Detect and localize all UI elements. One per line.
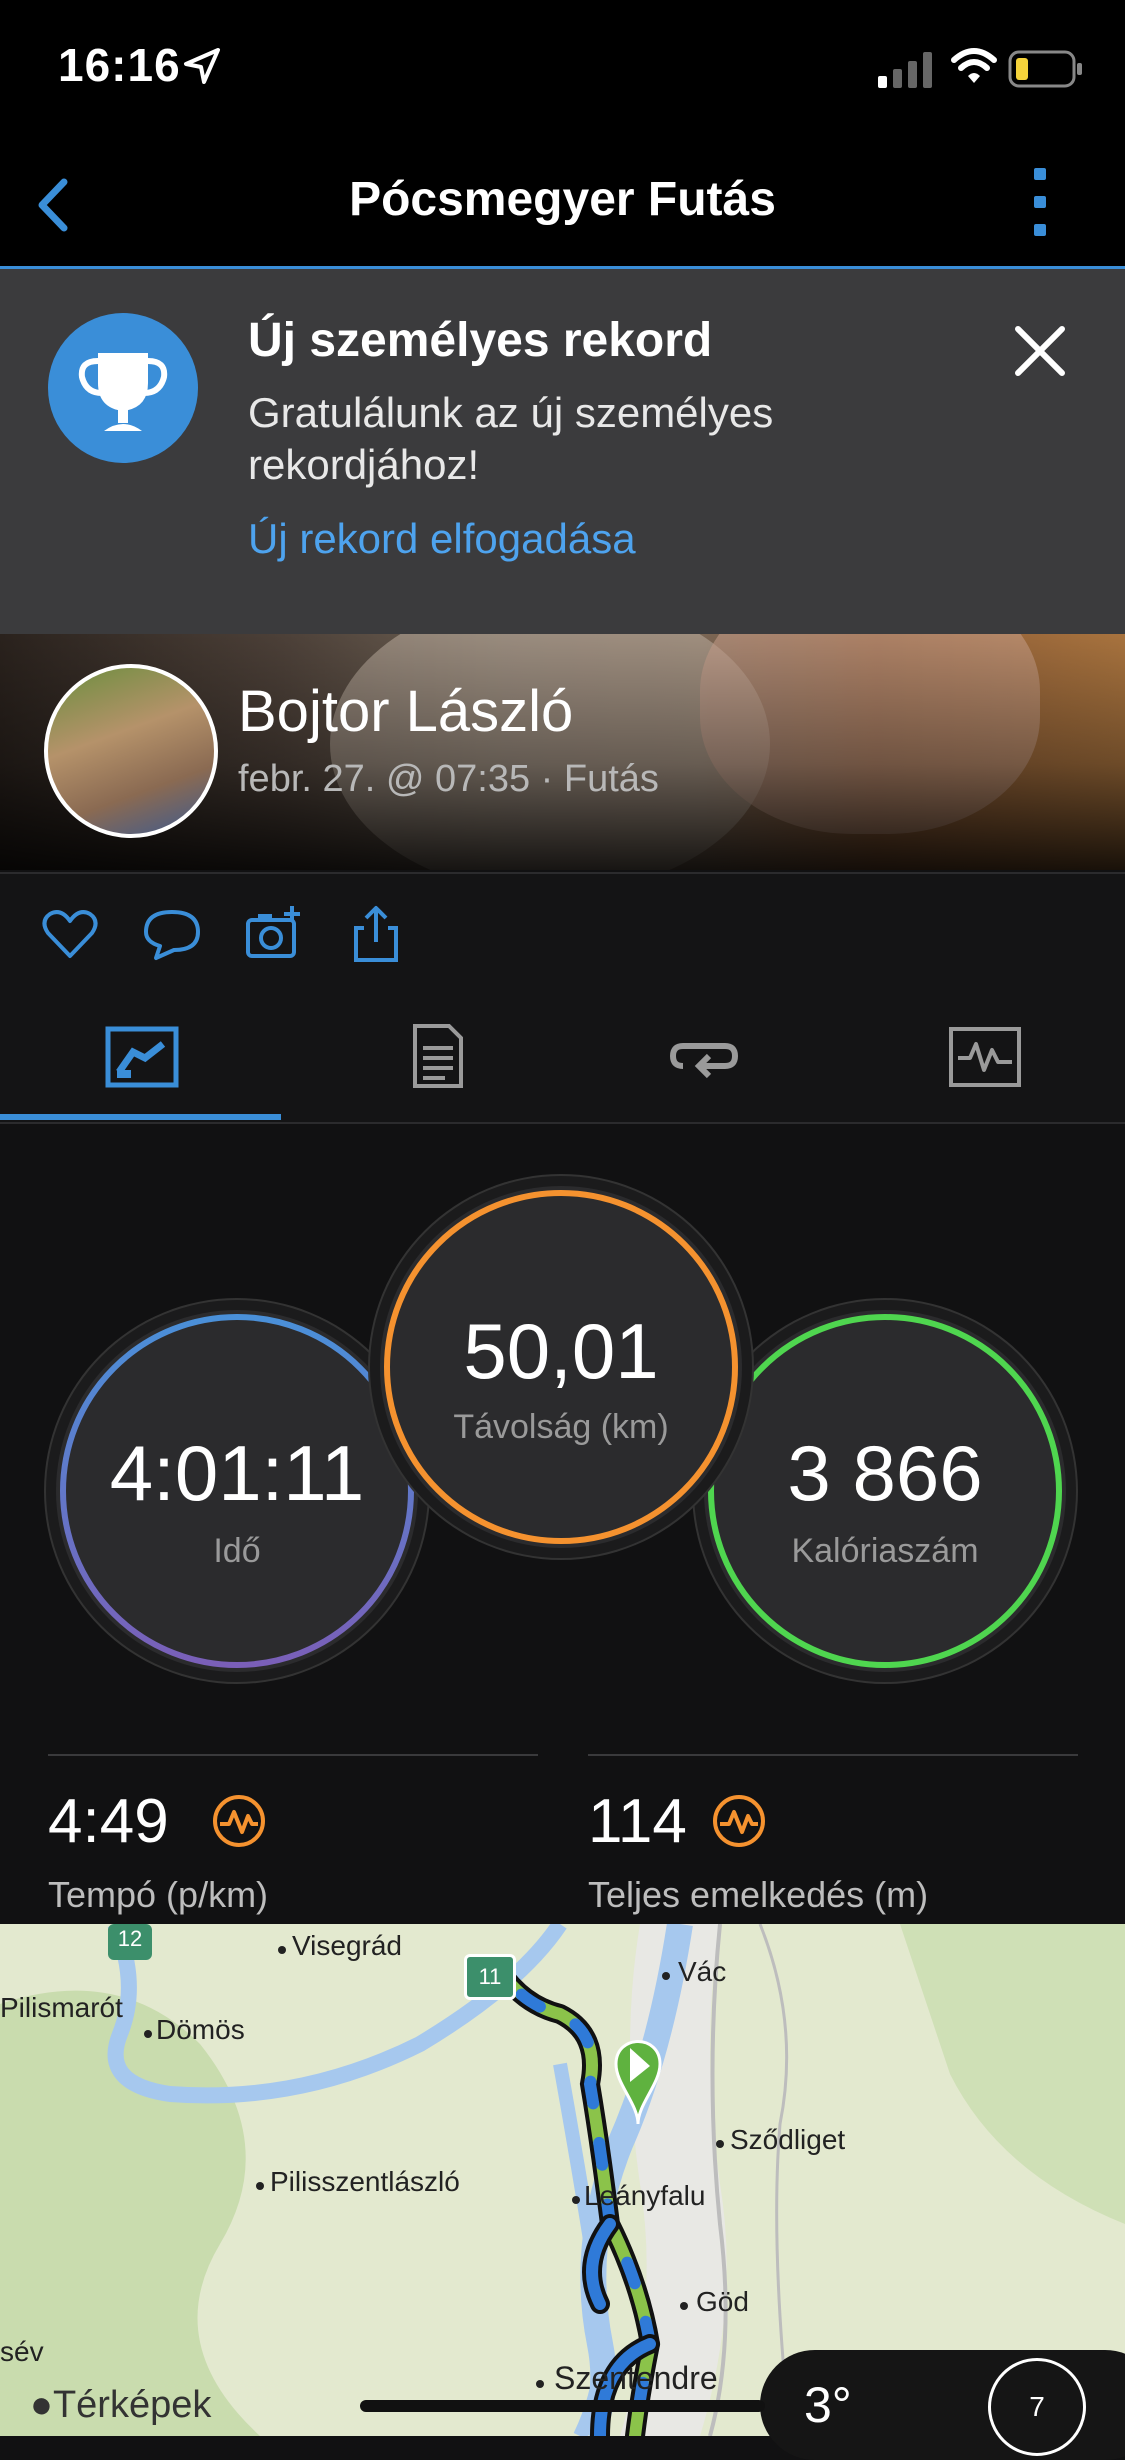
activity-cover-photo: Bojtor László febr. 27. @ 07:35 · Futás bbox=[0, 634, 1125, 870]
compass-value: 7 bbox=[1029, 2391, 1045, 2422]
banner-message: Gratulálunk az új személyes rekordjához! bbox=[248, 389, 774, 488]
distance-value: 50,01 bbox=[463, 1307, 659, 1395]
place-label: Dömös bbox=[156, 2014, 245, 2045]
map-attribution: ●Térképek bbox=[30, 2384, 211, 2427]
map-attribution-text: Térképek bbox=[52, 2384, 212, 2426]
calories-label: Kalóriaszám bbox=[791, 1532, 979, 1570]
banner-title: Új személyes rekord bbox=[248, 314, 713, 367]
overview-icon bbox=[105, 1026, 179, 1088]
distance-stat[interactable]: 50,01 Távolság (km) bbox=[380, 1186, 742, 1548]
close-icon[interactable] bbox=[1010, 321, 1070, 381]
page-title: Pócsmegyer Futás bbox=[349, 173, 776, 226]
pace-value: 4:49 bbox=[48, 1787, 169, 1856]
user-name[interactable]: Bojtor László bbox=[238, 678, 573, 745]
calories-stat[interactable]: 3 866 Kalóriaszám bbox=[704, 1310, 1066, 1672]
activity-actions bbox=[0, 872, 1125, 994]
place-label: Pilismarót bbox=[0, 1992, 123, 2023]
share-icon[interactable] bbox=[346, 904, 406, 964]
elevation-value: 114 bbox=[588, 1787, 687, 1856]
comment-icon[interactable] bbox=[142, 904, 202, 964]
weather-widget: 3° 7 bbox=[760, 2350, 1125, 2460]
distance-label: Távolság (km) bbox=[453, 1408, 669, 1446]
personal-record-banner: Új személyes rekord Gratulálunk az új sz… bbox=[0, 269, 1125, 634]
place-label: Sződliget bbox=[730, 2124, 846, 2155]
activity-date-type: febr. 27. @ 07:35 · Futás bbox=[238, 758, 659, 800]
elevation-label: Teljes emelkedés (m) bbox=[588, 1874, 929, 1915]
navigation-bar: Pócsmegyer Futás bbox=[0, 140, 1125, 269]
place-label: Vác bbox=[678, 1956, 727, 1987]
accept-record-link[interactable]: Új rekord elfogadása bbox=[248, 515, 636, 563]
document-icon bbox=[413, 1024, 463, 1088]
tab-charts[interactable] bbox=[843, 992, 1124, 1122]
status-time: 16:16 bbox=[58, 39, 181, 91]
time-value: 4:01:11 bbox=[109, 1429, 365, 1517]
place-label: Leányfalu bbox=[584, 2180, 706, 2211]
home-indicator[interactable] bbox=[360, 2400, 765, 2412]
time-label: Idő bbox=[213, 1532, 261, 1570]
status-bar: 16:16 bbox=[0, 0, 1125, 140]
chart-icon bbox=[949, 1027, 1021, 1087]
time-stat[interactable]: 4:01:11 Idő bbox=[56, 1310, 418, 1672]
repeat-icon bbox=[669, 1043, 739, 1079]
pulse-icon[interactable] bbox=[212, 1794, 266, 1848]
tab-laps[interactable] bbox=[562, 992, 843, 1122]
cellular-signal-icon bbox=[878, 52, 932, 88]
battery-icon bbox=[1008, 50, 1082, 88]
add-photo-icon[interactable] bbox=[244, 904, 304, 964]
tab-details[interactable] bbox=[281, 992, 562, 1122]
compass-icon[interactable]: 7 bbox=[988, 2358, 1086, 2456]
active-tab-indicator bbox=[0, 1114, 281, 1120]
heart-icon[interactable] bbox=[40, 904, 100, 964]
back-chevron-icon[interactable] bbox=[20, 170, 90, 240]
activity-summary: 4:01:11 Idő 3 866 Kalóriaszám 50,01 Távo… bbox=[0, 1124, 1125, 1924]
apple-logo-icon: ● bbox=[30, 2384, 53, 2426]
place-label: Göd bbox=[696, 2286, 749, 2317]
road-badge: 12 bbox=[108, 1924, 152, 1960]
place-label: Pilisszentlászló bbox=[270, 2166, 460, 2197]
avatar[interactable] bbox=[44, 664, 218, 838]
wifi-icon bbox=[951, 48, 997, 83]
trophy-icon bbox=[48, 313, 198, 463]
pace-label: Tempó (p/km) bbox=[48, 1874, 269, 1915]
road-badge: 11 bbox=[464, 1954, 516, 2000]
place-label: Visegrád bbox=[292, 1930, 403, 1961]
more-options-button[interactable] bbox=[1020, 168, 1060, 240]
temperature: 3° bbox=[804, 2377, 852, 2433]
activity-tabs bbox=[0, 992, 1125, 1124]
place-label: sév bbox=[0, 2336, 44, 2367]
place-label: Szentendre bbox=[554, 2360, 718, 2396]
location-arrow-icon bbox=[184, 48, 220, 84]
tab-overview[interactable] bbox=[0, 992, 281, 1122]
pulse-icon[interactable] bbox=[712, 1794, 766, 1848]
calories-value: 3 866 bbox=[787, 1429, 983, 1517]
